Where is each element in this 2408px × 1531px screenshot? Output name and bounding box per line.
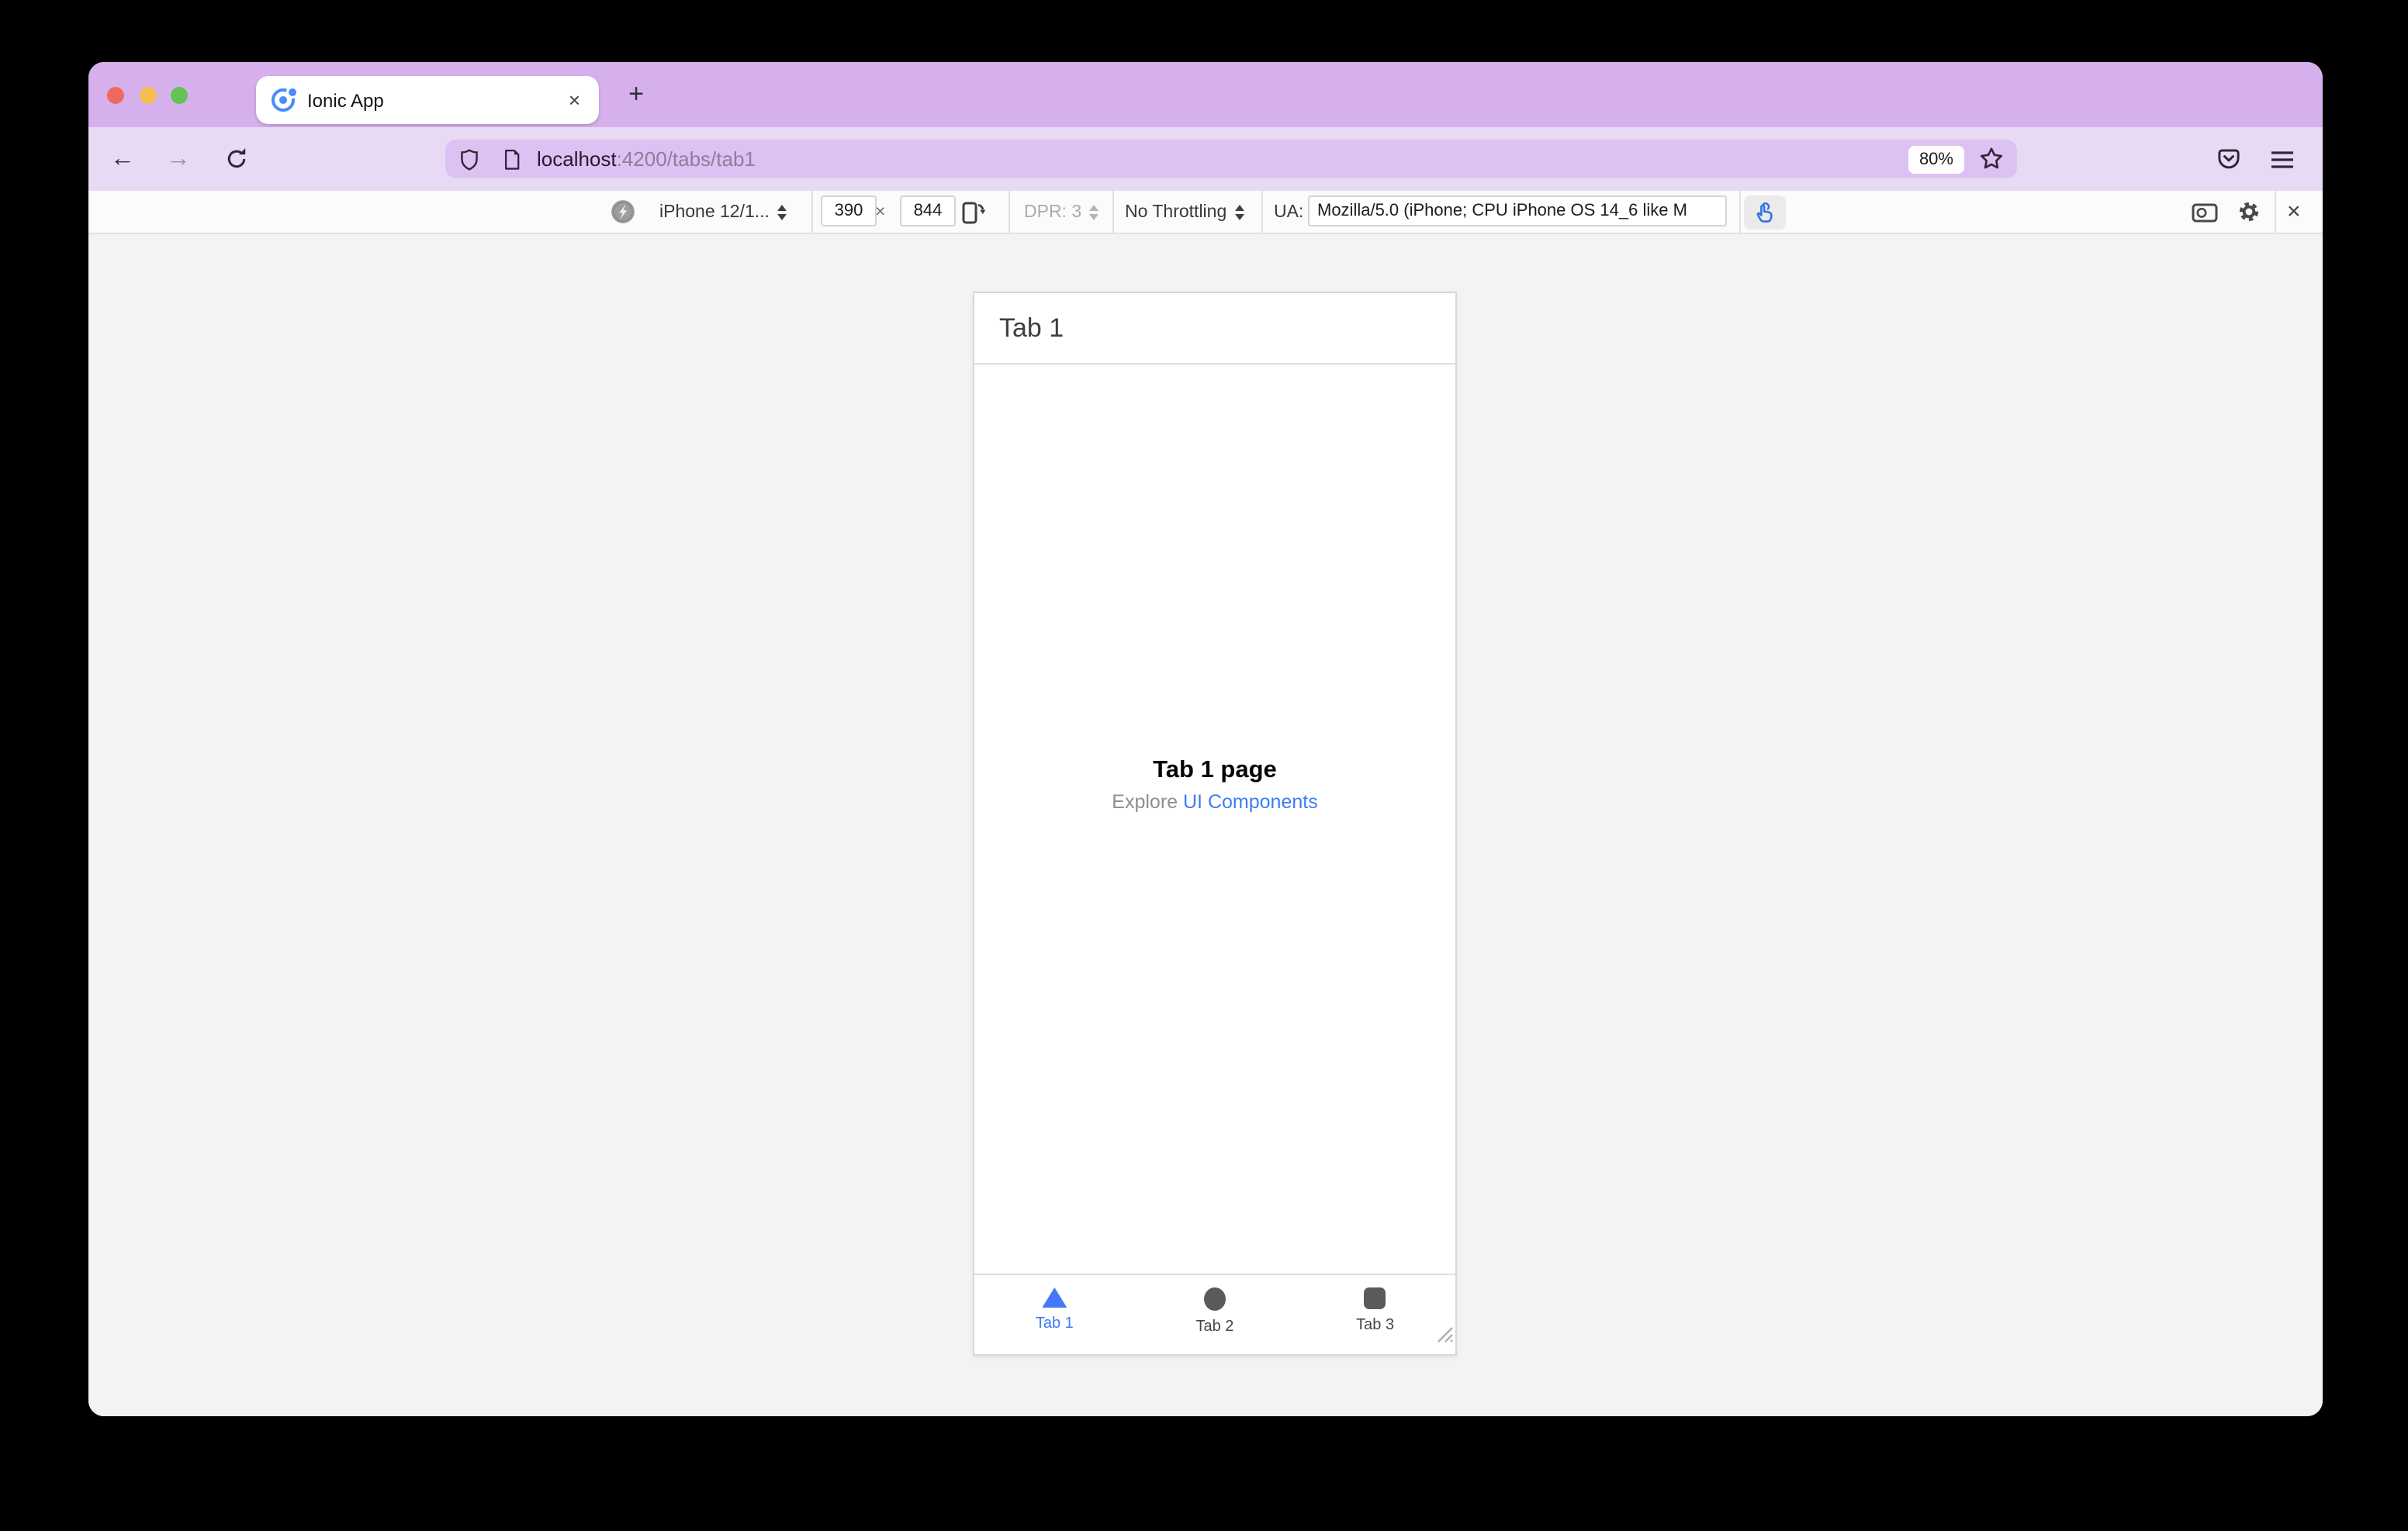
- tab-label: Tab 3: [1356, 1317, 1395, 1334]
- device-selector-label: iPhone 12/1...: [659, 202, 770, 221]
- divider: [1009, 191, 1010, 233]
- page-body: Tab 1 page Explore UI Components: [974, 757, 1455, 813]
- touch-pointer-icon: [1756, 202, 1772, 223]
- minimize-window-button[interactable]: [139, 86, 156, 103]
- navigation-toolbar: ← → localhost:4200/tabs/tab1 80%: [88, 127, 2323, 191]
- resize-grip-icon: [1438, 1327, 1453, 1343]
- throttling-stepper-icon: [1234, 204, 1244, 219]
- page-title: Tab 1 page: [1153, 757, 1277, 783]
- device-browser-icon: [610, 191, 636, 233]
- titlebar: Ionic App × +: [88, 62, 2323, 127]
- tab-button-tab1[interactable]: Tab 1: [974, 1275, 1135, 1354]
- ua-label: UA:: [1274, 202, 1304, 221]
- traffic-lights: [107, 62, 188, 127]
- square-icon: [1364, 1287, 1386, 1309]
- ui-components-link[interactable]: UI Components: [1183, 791, 1318, 813]
- device-selector-stepper-icon: [777, 204, 787, 219]
- browser-tab-ionic-app[interactable]: Ionic App ×: [256, 76, 599, 124]
- camera-icon: [2192, 203, 2218, 223]
- browser-tab-title: Ionic App: [307, 89, 384, 111]
- url-host: localhost: [537, 147, 617, 171]
- pocket-icon: [2217, 149, 2239, 169]
- rdm-content-area: Tab 1 Tab 1 page Explore UI Components T…: [88, 234, 2323, 1416]
- tab-label: Tab 1: [1035, 1315, 1074, 1332]
- screenshot-button[interactable]: [2191, 191, 2219, 233]
- bookmark-star-icon[interactable]: [1978, 146, 2005, 172]
- reload-button[interactable]: [214, 127, 258, 191]
- touch-simulation-toggle[interactable]: [1744, 195, 1786, 230]
- shield-icon[interactable]: [458, 147, 481, 171]
- divider: [1739, 191, 1741, 233]
- rdm-settings-button[interactable]: [2236, 191, 2262, 233]
- pocket-button[interactable]: [2208, 127, 2248, 191]
- rotate-icon: [962, 201, 986, 223]
- back-button[interactable]: ←: [101, 127, 144, 191]
- viewport-height-input[interactable]: [900, 195, 956, 226]
- divider: [1261, 191, 1263, 233]
- tab-label: Tab 2: [1195, 1318, 1234, 1336]
- zoom-level-badge[interactable]: 80%: [1908, 145, 1964, 173]
- divider: [811, 191, 813, 233]
- tab-button-tab2[interactable]: Tab 2: [1135, 1275, 1296, 1354]
- dpr-stepper-icon: [1089, 204, 1099, 219]
- divider: [2275, 191, 2276, 233]
- explore-text: Explore: [1112, 791, 1183, 813]
- url-path: :4200/tabs/tab1: [616, 147, 756, 171]
- app-header: Tab 1: [974, 293, 1455, 365]
- browser-window: Ionic App × + ← → localhost:4200/tabs/ta…: [88, 62, 2323, 1416]
- dimension-times-label: ×: [875, 202, 886, 221]
- device-viewport: Tab 1 Tab 1 page Explore UI Components T…: [973, 292, 1457, 1356]
- throttling-selector[interactable]: No Throttling: [1125, 191, 1244, 233]
- viewport-resize-handle[interactable]: [1432, 1322, 1454, 1351]
- app-tab-bar: Tab 1 Tab 2 Tab 3: [974, 1274, 1455, 1354]
- rotate-viewport-button[interactable]: [959, 191, 987, 233]
- rdm-close-button[interactable]: ×: [2287, 191, 2301, 233]
- triangle-icon: [1042, 1287, 1067, 1308]
- url-bar[interactable]: localhost:4200/tabs/tab1 80%: [445, 140, 2017, 178]
- hamburger-menu-icon: [2271, 150, 2293, 168]
- app-menu-button[interactable]: [2262, 127, 2302, 191]
- user-agent-input[interactable]: [1308, 195, 1727, 226]
- reload-icon: [227, 148, 245, 168]
- url-text: localhost:4200/tabs/tab1: [537, 147, 1908, 171]
- forward-button[interactable]: →: [157, 127, 200, 191]
- explore-line: Explore UI Components: [974, 791, 1455, 813]
- throttling-label: No Throttling: [1125, 202, 1227, 221]
- viewport-width-input[interactable]: [821, 195, 877, 226]
- dpr-label: DPR: 3: [1024, 202, 1082, 221]
- ionic-logo-icon: [272, 88, 296, 112]
- new-tab-button[interactable]: +: [616, 62, 656, 127]
- screen: Ionic App × + ← → localhost:4200/tabs/ta…: [0, 0, 2408, 1531]
- tab-button-tab3[interactable]: Tab 3: [1295, 1275, 1455, 1354]
- page-info-icon[interactable]: [501, 147, 523, 171]
- app-header-title: Tab 1: [999, 313, 1064, 342]
- gear-icon: [2239, 202, 2259, 222]
- tab-close-icon[interactable]: ×: [566, 87, 583, 113]
- divider: [1112, 191, 1114, 233]
- close-window-button[interactable]: [107, 86, 124, 103]
- dpr-selector[interactable]: DPR: 3: [1024, 191, 1099, 233]
- responsive-design-toolbar: iPhone 12/1... × DPR: 3 No Th: [88, 191, 2323, 234]
- ellipse-icon: [1203, 1287, 1226, 1311]
- zoom-window-button[interactable]: [171, 86, 188, 103]
- device-selector[interactable]: iPhone 12/1...: [659, 191, 787, 233]
